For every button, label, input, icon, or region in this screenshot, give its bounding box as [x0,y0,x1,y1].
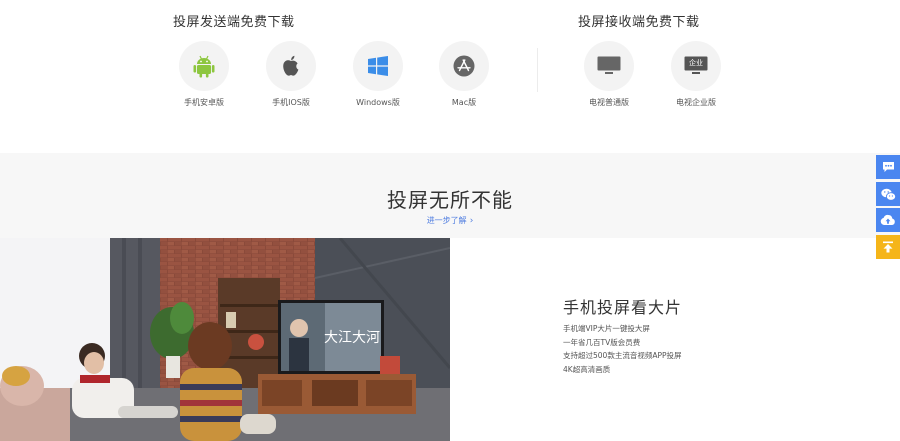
download-android[interactable]: 手机安卓版 [169,41,239,108]
wechat-button[interactable] [876,182,900,206]
cloud-upload-button[interactable] [876,208,900,232]
feature-card: 手机投屏看大片 手机端VIP大片一键投大屏 一年省几百TV版会员费 支持超过50… [450,238,900,441]
learn-more-link[interactable]: 进一步了解 › [0,215,900,226]
download-mac[interactable]: Mac版 [429,41,499,108]
download-ios-label: 手机IOS版 [272,98,310,107]
back-to-top-icon [883,241,893,253]
chevron-right-icon: › [469,216,474,226]
download-tv-enterprise-label: 电视企业版 [676,98,716,107]
download-tv-enterprise[interactable]: 企业 电视企业版 [661,41,731,108]
download-windows-label: Windows版 [356,98,400,107]
tv-show-title: 大江大河 [324,330,380,346]
feature-point: 手机端VIP大片一键投大屏 [563,324,650,333]
download-mac-label: Mac版 [451,98,477,107]
feature-point: 4K超高清画质 [563,364,611,374]
feature-point: 一年省几百TV版会员费 [563,337,641,347]
enterprise-badge: 企业 [689,59,703,67]
wechat-icon [880,188,896,201]
page: 投屏发送端免费下载 投屏接收端免费下载 手机安卓版 手机IOS版 Windows… [0,0,900,441]
download-tv-standard[interactable]: 电视普通版 [574,41,644,108]
download-windows[interactable]: Windows版 [343,41,413,108]
download-android-label: 手机安卓版 [184,98,224,107]
android-icon [179,41,229,91]
tv-enterprise-icon: 企业 [671,41,721,91]
windows-icon [353,41,403,91]
learn-more-label: 进一步了解 [426,216,467,225]
section-divider [537,48,538,92]
living-room-photo: 大江大河 [0,238,450,441]
back-to-top-button[interactable] [876,235,900,259]
feature-card-title: 手机投屏看大片 [563,298,683,317]
chat-icon [882,162,894,172]
feature-points: 手机端VIP大片一键投大屏 一年省几百TV版会员费 支持超过500款主流音视频A… [563,322,682,376]
download-tv-standard-label: 电视普通版 [589,98,629,107]
download-ios[interactable]: 手机IOS版 [256,41,326,108]
feature-title: 投屏无所不能 [387,188,513,212]
cloud-upload-icon [880,214,895,225]
apple-icon [266,41,316,91]
feature-section: 投屏无所不能 进一步了解 › 大江大河 手机投屏看大片 手机端VIP大片一键投大… [0,153,900,441]
send-download-title: 投屏发送端免费下载 [173,15,295,30]
download-section: 投屏发送端免费下载 投屏接收端免费下载 手机安卓版 手机IOS版 Windows… [0,0,900,153]
app-store-icon [439,41,489,91]
tv-icon [584,41,634,91]
feature-point: 支持超过500款主流音视频APP投屏 [563,351,682,361]
chat-button[interactable] [876,155,900,179]
receive-download-title: 投屏接收端免费下载 [578,15,700,30]
